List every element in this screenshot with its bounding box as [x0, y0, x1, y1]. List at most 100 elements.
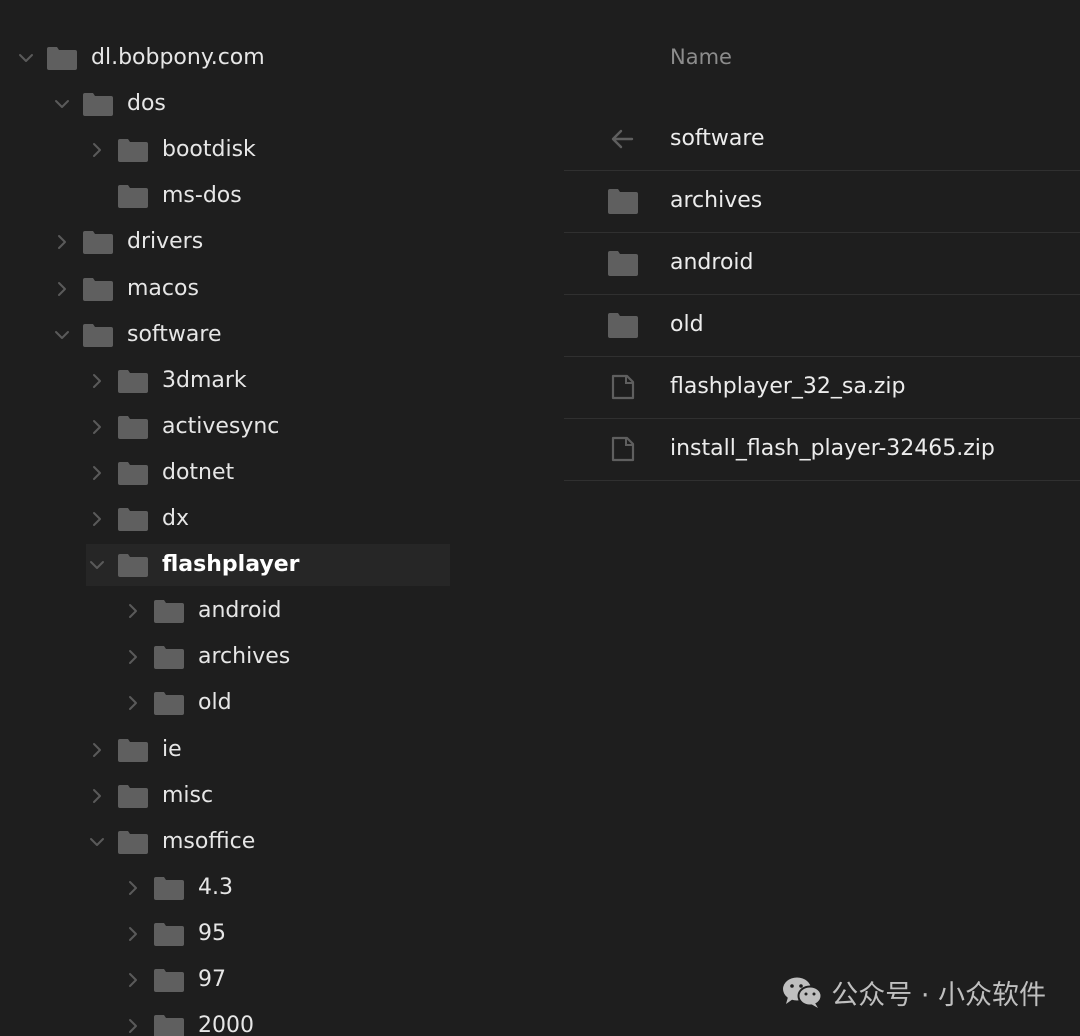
- folder-icon: [154, 923, 184, 946]
- chevron-right-icon[interactable]: [124, 694, 142, 712]
- folder-row[interactable]: android: [564, 232, 1080, 295]
- file-row[interactable]: flashplayer_32_sa.zip: [564, 356, 1080, 419]
- folder-icon: [154, 1015, 184, 1036]
- tree-item-label: ie: [162, 737, 182, 762]
- chevron-down-icon[interactable]: [17, 49, 35, 67]
- folder-icon: [154, 969, 184, 992]
- folder-icon: [83, 324, 113, 347]
- tree-item-label: dos: [127, 91, 166, 116]
- chevron-right-icon[interactable]: [88, 741, 106, 759]
- tree-item-95[interactable]: 95: [0, 912, 450, 956]
- wechat-logo-icon: [783, 977, 823, 1008]
- folder-icon: [83, 278, 113, 301]
- tree-item-bootdisk[interactable]: bootdisk: [0, 128, 450, 172]
- arrow-left-icon: [608, 126, 638, 152]
- chevron-right-icon[interactable]: [88, 464, 106, 482]
- tree-item-flashplayer[interactable]: flashplayer: [0, 543, 450, 587]
- tree-item-activesync[interactable]: activesync: [0, 405, 450, 449]
- tree-item-drivers[interactable]: drivers: [0, 220, 450, 264]
- chevron-right-icon[interactable]: [88, 141, 106, 159]
- parent-folder-row[interactable]: software: [564, 108, 1080, 171]
- chevron-right-icon[interactable]: [124, 879, 142, 897]
- file-name: android: [670, 250, 754, 275]
- tree-item-label: drivers: [127, 229, 204, 254]
- chevron-right-icon[interactable]: [88, 372, 106, 390]
- tree-item-label: old: [198, 690, 232, 715]
- tree-item-ie[interactable]: ie: [0, 728, 450, 772]
- tree-item-label: bootdisk: [162, 137, 256, 162]
- tree-item-dotnet[interactable]: dotnet: [0, 451, 450, 495]
- chevron-right-icon[interactable]: [124, 925, 142, 943]
- chevron-right-icon[interactable]: [124, 1017, 142, 1035]
- folder-icon: [83, 231, 113, 254]
- tree-item-dos[interactable]: dos: [0, 82, 450, 126]
- tree-item-2000[interactable]: 2000: [0, 1004, 450, 1036]
- tree-item-label: flashplayer: [162, 552, 300, 577]
- chevron-right-icon[interactable]: [124, 648, 142, 666]
- tree-item-97[interactable]: 97: [0, 958, 450, 1002]
- file-name: old: [670, 312, 704, 337]
- folder-icon: [154, 600, 184, 623]
- tree-item-dl-bobpony-com[interactable]: dl.bobpony.com: [0, 36, 450, 80]
- chevron-down-icon[interactable]: [88, 556, 106, 574]
- folder-icon: [83, 93, 113, 116]
- folder-icon: [118, 462, 148, 485]
- name-column-header[interactable]: Name: [670, 45, 732, 69]
- folder-row[interactable]: archives: [564, 170, 1080, 233]
- chevron-down-icon[interactable]: [53, 326, 71, 344]
- file-icon: [608, 374, 638, 400]
- tree-item-label: 4.3: [198, 875, 233, 900]
- folder-icon: [118, 508, 148, 531]
- folder-icon: [118, 831, 148, 854]
- folder-row[interactable]: old: [564, 294, 1080, 357]
- tree-item-label: software: [127, 322, 222, 347]
- tree-item-ms-dos[interactable]: ms-dos: [0, 174, 450, 218]
- folder-icon: [118, 185, 148, 208]
- chevron-right-icon[interactable]: [88, 418, 106, 436]
- tree-item-label: msoffice: [162, 829, 256, 854]
- tree-item-misc[interactable]: misc: [0, 774, 450, 818]
- tree-item-dx[interactable]: dx: [0, 497, 450, 541]
- tree-item-software[interactable]: software: [0, 313, 450, 357]
- tree-item-archives[interactable]: archives: [0, 635, 450, 679]
- tree-item-label: dl.bobpony.com: [91, 45, 265, 70]
- tree-item-3dmark[interactable]: 3dmark: [0, 359, 450, 403]
- tree-item-android[interactable]: android: [0, 589, 450, 633]
- file-row[interactable]: install_flash_player-32465.zip: [564, 418, 1080, 481]
- folder-icon: [118, 139, 148, 162]
- tree-item-macos[interactable]: macos: [0, 267, 450, 311]
- tree-item-label: 3dmark: [162, 368, 247, 393]
- tree-item-label: activesync: [162, 414, 280, 439]
- folder-icon: [118, 370, 148, 393]
- chevron-right-icon[interactable]: [124, 602, 142, 620]
- file-name: install_flash_player-32465.zip: [670, 436, 995, 461]
- tree-item-label: macos: [127, 276, 199, 301]
- chevron-right-icon[interactable]: [88, 510, 106, 528]
- folder-icon: [608, 188, 638, 214]
- chevron-right-icon[interactable]: [88, 787, 106, 805]
- tree-item-label: android: [198, 598, 282, 623]
- folder-icon: [47, 47, 77, 70]
- folder-icon: [608, 312, 638, 338]
- file-name: archives: [670, 188, 763, 213]
- folder-icon: [118, 739, 148, 762]
- watermark: 公众号 · 小众软件: [781, 974, 1046, 1011]
- file-browser-window: dl.bobpony.com dos bootdisk ms-dos drivers ma…: [0, 0, 1080, 1036]
- tree-item-4-3[interactable]: 4.3: [0, 866, 450, 910]
- folder-icon: [118, 416, 148, 439]
- folder-icon: [118, 554, 148, 577]
- watermark-text: 公众号 · 小众软件: [831, 979, 1046, 1011]
- file-name: software: [670, 126, 765, 151]
- tree-item-label: dx: [162, 506, 189, 531]
- file-name: flashplayer_32_sa.zip: [670, 374, 906, 399]
- chevron-right-icon[interactable]: [53, 280, 71, 298]
- tree-item-msoffice[interactable]: msoffice: [0, 820, 450, 864]
- chevron-down-icon[interactable]: [53, 95, 71, 113]
- chevron-right-icon[interactable]: [53, 233, 71, 251]
- chevron-right-icon[interactable]: [124, 971, 142, 989]
- folder-icon: [154, 877, 184, 900]
- chevron-down-icon[interactable]: [88, 833, 106, 851]
- folder-icon: [154, 692, 184, 715]
- tree-item-old[interactable]: old: [0, 681, 450, 725]
- tree-item-label: 2000: [198, 1013, 254, 1036]
